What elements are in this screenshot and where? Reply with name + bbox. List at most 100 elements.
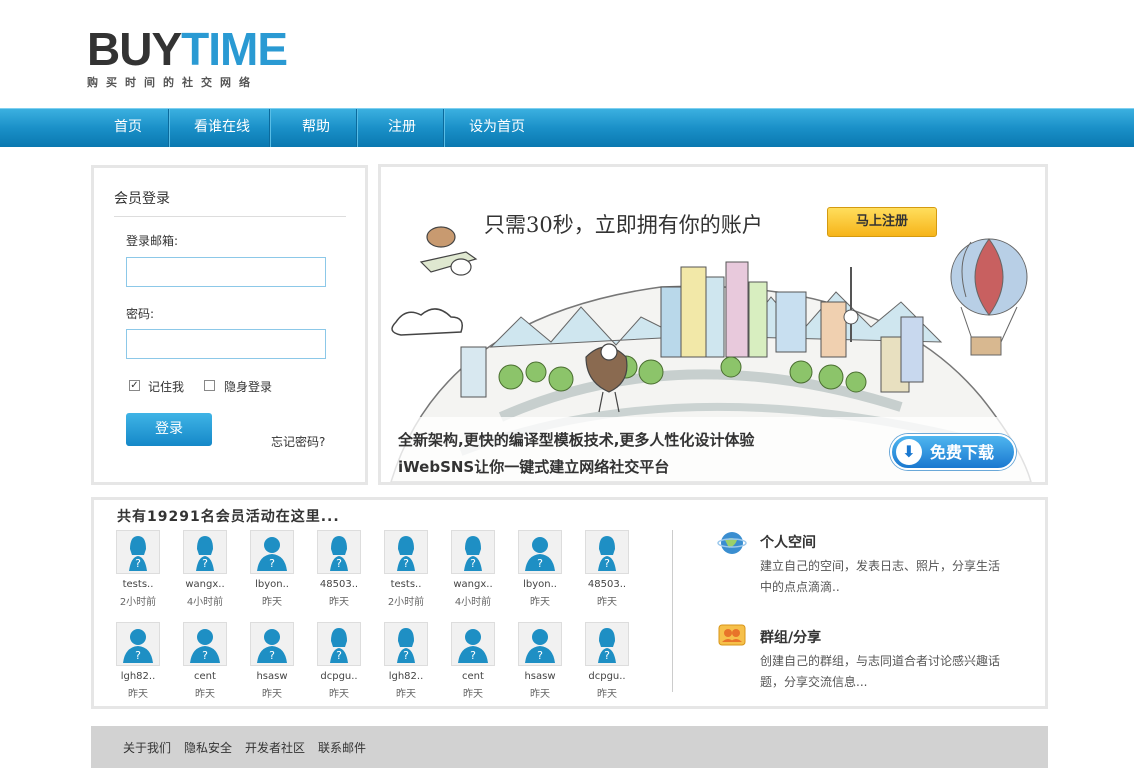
group-icon [718, 624, 746, 646]
member-avatar[interactable]: ? [250, 622, 294, 666]
free-download-button[interactable]: ⬇ 免费下载 [890, 434, 1016, 470]
password-field[interactable] [126, 329, 326, 359]
member-last-active: 昨天 [329, 597, 349, 608]
member-name[interactable]: wangx.. [175, 579, 235, 590]
download-label: 免费下载 [930, 443, 995, 462]
active-members-panel: 共有19291名会员活动在这里... ? tests.. 2小时前? wangx.. 4… [91, 497, 1048, 709]
member-name[interactable]: tests.. [108, 579, 168, 590]
footer-link-about[interactable]: 关于我们 [123, 739, 171, 756]
member-avatar[interactable]: ? [317, 622, 361, 666]
email-label: 登录邮箱: [126, 234, 179, 248]
nav-set-homepage[interactable]: 设为首页 [446, 109, 548, 147]
member-name[interactable]: lbyon.. [510, 579, 570, 590]
member-last-active: 昨天 [195, 689, 215, 700]
forgot-password-link[interactable]: 忘记密码? [271, 433, 325, 450]
email-field[interactable] [126, 257, 326, 287]
invisible-login-checkbox[interactable] [204, 380, 215, 391]
svg-text:?: ? [269, 649, 275, 662]
member-last-active: 昨天 [463, 689, 483, 700]
member-name[interactable]: wangx.. [443, 579, 503, 590]
member-name[interactable]: hsasw [510, 671, 570, 682]
nav-separator [443, 109, 445, 147]
member-last-active: 昨天 [530, 689, 550, 700]
feature-title-groups[interactable]: 群组/分享 [760, 627, 821, 647]
divider [672, 530, 673, 692]
feature-title-personal-space[interactable]: 个人空间 [760, 532, 816, 552]
banner-slogan-text: iWebSNS让你一键式建立网络社交平台 [398, 458, 670, 476]
svg-text:?: ? [537, 557, 543, 570]
footer: 关于我们 隐私安全 开发者社区 联系邮件 [91, 726, 1048, 768]
member-avatar[interactable]: ? [451, 530, 495, 574]
member-avatar[interactable]: ? [384, 622, 428, 666]
remember-label[interactable]: 记住我 [148, 378, 184, 395]
svg-text:?: ? [202, 649, 208, 662]
nav-register[interactable]: 注册 [359, 109, 445, 147]
nav-help[interactable]: 帮助 [272, 109, 360, 147]
logo-tagline: 购买时间的社交网络 [87, 76, 258, 89]
main-nav: 首页 看谁在线 帮助 注册 设为首页 [0, 108, 1134, 147]
member-name[interactable]: hsasw [242, 671, 302, 682]
nav-separator [356, 109, 358, 147]
member-avatar[interactable]: ? [116, 530, 160, 574]
member-last-active: 昨天 [262, 597, 282, 608]
divider [114, 216, 346, 217]
banner-headline: 只需30秒，立即拥有你的账户 [484, 213, 763, 237]
svg-text:?: ? [470, 557, 476, 570]
password-label: 密码: [126, 307, 155, 321]
member-avatar[interactable]: ? [250, 530, 294, 574]
member-last-active: 昨天 [262, 689, 282, 700]
member-name[interactable]: 48503.. [309, 579, 369, 590]
nav-separator [168, 109, 170, 147]
member-name[interactable]: 48503.. [577, 579, 637, 590]
nav-online[interactable]: 看谁在线 [172, 109, 272, 147]
download-arrow-icon: ⬇ [896, 439, 922, 465]
nav-separator [269, 109, 271, 147]
register-now-button[interactable]: 马上注册 [827, 207, 937, 237]
feature-desc-personal-space: 建立自己的空间，发表日志、照片，分享生活中的点点滴滴.. [760, 559, 1001, 594]
footer-link-privacy[interactable]: 隐私安全 [184, 739, 232, 756]
member-name[interactable]: dcpgu.. [309, 671, 369, 682]
login-title: 会员登录 [114, 191, 170, 207]
member-avatar[interactable]: ? [518, 530, 562, 574]
svg-text:?: ? [604, 557, 610, 570]
site-logo[interactable]: BUYTIME 购买时间的社交网络 [87, 26, 327, 96]
member-last-active: 2小时前 [387, 597, 425, 608]
login-button[interactable]: 登录 [126, 413, 212, 446]
member-avatar[interactable]: ? [384, 530, 428, 574]
footer-link-contact[interactable]: 联系邮件 [318, 739, 366, 756]
member-name[interactable]: cent [443, 671, 503, 682]
member-avatar[interactable]: ? [317, 530, 361, 574]
feature-desc-groups: 创建自己的群组，与志同道合者讨论感兴趣话题，分享交流信息... [760, 654, 1001, 689]
remember-checkbox[interactable]: ✓ [129, 380, 140, 391]
member-last-active: 昨天 [396, 689, 416, 700]
footer-link-developers[interactable]: 开发者社区 [245, 739, 305, 756]
member-name[interactable]: tests.. [376, 579, 436, 590]
member-avatar[interactable]: ? [518, 622, 562, 666]
member-name[interactable]: cent [175, 671, 235, 682]
member-name[interactable]: lbyon.. [242, 579, 302, 590]
member-avatar[interactable]: ? [451, 622, 495, 666]
svg-text:?: ? [537, 649, 543, 662]
invisible-login-label[interactable]: 隐身登录 [224, 378, 272, 395]
member-avatar[interactable]: ? [183, 530, 227, 574]
member-last-active: 昨天 [597, 689, 617, 700]
member-name[interactable]: lgh82.. [376, 671, 436, 682]
member-name[interactable]: dcpgu.. [577, 671, 637, 682]
login-panel: 会员登录 登录邮箱: 密码: ✓ 记住我 隐身登录 登录 忘记密码? [91, 165, 368, 485]
member-last-active: 4小时前 [186, 597, 224, 608]
member-avatar[interactable]: ? [585, 622, 629, 666]
svg-text:?: ? [269, 557, 275, 570]
member-avatar[interactable]: ? [183, 622, 227, 666]
nav-home[interactable]: 首页 [93, 109, 163, 147]
svg-text:?: ? [403, 649, 409, 662]
logo-time-text: TIME [181, 23, 288, 75]
member-avatar[interactable]: ? [585, 530, 629, 574]
promo-banner: 只需30秒，立即拥有你的账户 马上注册 全新架构,更快的编译型模板技术,更多人性… [378, 164, 1048, 485]
member-last-active: 昨天 [530, 597, 550, 608]
logo-buy-text: BUY [87, 23, 182, 75]
svg-text:?: ? [470, 649, 476, 662]
member-name[interactable]: lgh82.. [108, 671, 168, 682]
member-avatar[interactable]: ? [116, 622, 160, 666]
svg-text:?: ? [336, 649, 342, 662]
member-last-active: 2小时前 [119, 597, 157, 608]
